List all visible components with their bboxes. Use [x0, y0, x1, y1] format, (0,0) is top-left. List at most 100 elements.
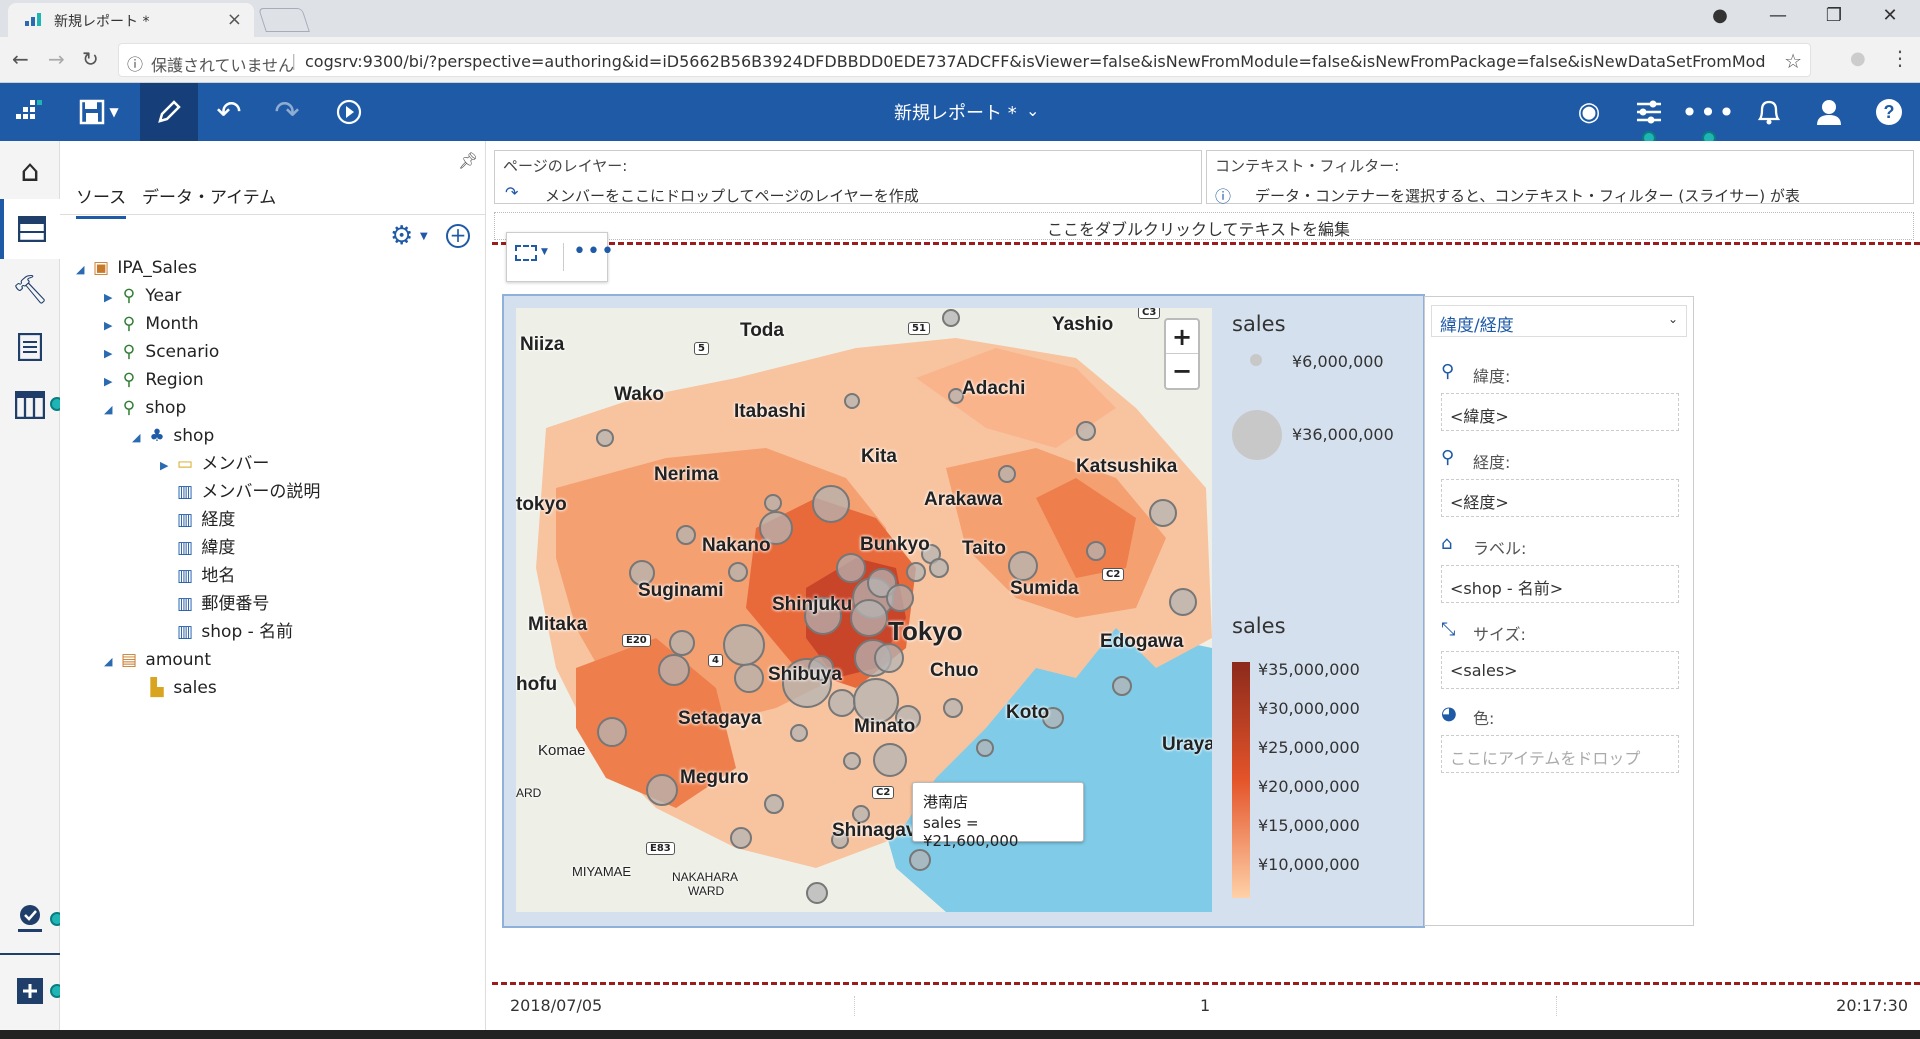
color-slot[interactable]: ここにアイテムをドロップ — [1441, 735, 1679, 773]
undo-button[interactable]: ↶ — [200, 83, 258, 141]
zoom-in-button[interactable]: + — [1166, 320, 1198, 354]
run-button[interactable] — [320, 83, 378, 141]
reload-icon[interactable]: ↻ — [82, 47, 99, 71]
size-label: サイズ: — [1473, 625, 1526, 644]
info-icon[interactable]: ⓘ — [127, 51, 143, 75]
tab-data-items[interactable]: データ・アイテム — [142, 183, 276, 208]
tree-item[interactable]: ◢ ⚲ shop — [104, 395, 186, 421]
caret-right-icon[interactable]: ▶ — [160, 453, 174, 479]
help-button[interactable]: ? — [1860, 83, 1918, 141]
redo-button[interactable]: ↷ — [258, 83, 316, 141]
window-close-icon[interactable]: ✕ — [1862, 0, 1918, 32]
tree-item[interactable]: ▶ ⚲ Year — [104, 283, 181, 309]
caret-down-icon[interactable]: ◢ — [104, 649, 118, 675]
edit-button[interactable] — [140, 83, 198, 141]
cognos-favicon-icon — [25, 13, 41, 26]
attribute-icon: ▥ — [176, 622, 194, 642]
caret-right-icon[interactable]: ▶ — [104, 369, 118, 395]
address-bar: ← → ↻ ⓘ 保護されていません | cogsrv:9300/bi/?pers… — [0, 37, 1920, 83]
size-slot[interactable]: <sales> — [1441, 651, 1679, 689]
tree-item[interactable]: ▶ ⚲ Region — [104, 367, 204, 393]
back-icon[interactable]: ← — [12, 47, 29, 71]
extension-icon[interactable]: ● — [1850, 48, 1866, 69]
longitude-slot[interactable]: <経度> — [1441, 479, 1679, 517]
user-button[interactable] — [1800, 83, 1858, 141]
settings-chevron-icon[interactable]: ▼ — [420, 231, 428, 242]
preview-button[interactable]: ◉ — [1560, 83, 1618, 141]
longitude-label: 経度: — [1473, 453, 1511, 472]
road-label: 51 — [908, 322, 930, 335]
tree-item[interactable]: ◢ ▣ IPA_Sales — [76, 255, 197, 281]
road-label: E83 — [646, 842, 675, 855]
report-title[interactable]: 新規レポート * — [894, 99, 1017, 125]
tree-item[interactable]: ▥ shop - 名前 — [174, 619, 293, 645]
pages-button[interactable] — [0, 317, 60, 377]
tree-item[interactable]: ▥ メンバーの説明 — [174, 479, 320, 505]
caret-right-icon[interactable]: ▶ — [104, 285, 118, 311]
location-type-dropdown[interactable]: 緯度/経度 ⌄ — [1431, 305, 1687, 337]
page-layers-dropzone[interactable]: ページのレイヤー: ↷ メンバーをここにドロップしてページのレイヤーを作成 — [494, 150, 1202, 205]
notifications-button[interactable] — [1740, 83, 1798, 141]
caret-right-icon[interactable]: ▶ — [104, 341, 118, 367]
table-icon — [15, 391, 45, 419]
pin-icon[interactable]: 📌︎ — [458, 151, 478, 170]
tree-item[interactable]: ▶ ⚲ Scenario — [104, 339, 219, 365]
color-legend-gradient — [1232, 662, 1250, 898]
browser-tab[interactable]: 新規レポート * × — [8, 3, 254, 37]
bookmark-star-icon[interactable]: ☆ — [1784, 49, 1802, 73]
hierarchy-icon: ⚲ — [122, 370, 136, 390]
tree-item[interactable]: ▶ ▭ メンバー — [160, 451, 269, 477]
home-button[interactable]: ⌂ — [0, 141, 60, 201]
queries-button[interactable] — [0, 375, 64, 435]
tree-item[interactable]: ▥ 経度 — [174, 507, 235, 533]
settings-gear-icon[interactable]: ⚙ — [390, 221, 413, 251]
save-button[interactable]: ▼ — [66, 83, 132, 141]
more-button[interactable]: ••• — [1680, 83, 1738, 145]
caret-right-icon[interactable]: ▶ — [104, 313, 118, 339]
package-icon: ▣ — [92, 258, 110, 278]
select-chevron-icon[interactable]: ▼ — [541, 247, 548, 257]
add-source-icon[interactable]: + — [446, 224, 470, 248]
tree-item[interactable]: ▶ ⚲ Month — [104, 311, 199, 337]
data-sources-button[interactable] — [0, 199, 60, 259]
label-slot[interactable]: <shop - 名前> — [1441, 565, 1679, 603]
latitude-slot[interactable]: <緯度> — [1441, 393, 1679, 431]
tab-close-icon[interactable]: × — [227, 9, 242, 30]
forward-icon[interactable]: → — [48, 47, 65, 71]
title-textbox[interactable]: ここをダブルクリックしてテキストを編集 — [494, 212, 1914, 240]
map-label: ARD — [516, 786, 542, 800]
footer-time: 20:17:30 — [1836, 996, 1908, 1015]
map-label: Chuo — [930, 660, 979, 681]
context-filter-dropzone[interactable]: コンテキスト・フィルター: ⓘ データ・コンテナーを選択すると、コンテキスト・フ… — [1206, 150, 1914, 206]
select-container-icon[interactable] — [515, 245, 537, 261]
title-chevron-icon[interactable]: ⌄ — [1026, 101, 1039, 120]
tree-item[interactable]: ◢ ♣ shop — [132, 423, 214, 449]
caret-down-icon[interactable]: ◢ — [132, 425, 146, 451]
profile-icon[interactable]: ● — [1692, 0, 1748, 32]
level-icon: ♣ — [149, 426, 165, 446]
browser-menu-icon[interactable]: ⋮ — [1890, 46, 1910, 70]
source-panel: 📌︎ ソース データ・アイテム ⚙ ▼ + ◢ ▣ IPA_Sales ▶ ⚲ Ye… — [60, 141, 498, 1039]
caret-down-icon[interactable]: ◢ — [104, 397, 118, 423]
app-switcher-icon[interactable] — [0, 83, 58, 141]
restore-icon[interactable]: ❐ — [1806, 0, 1862, 32]
tree-item[interactable]: ▥ 地名 — [174, 563, 235, 589]
minimize-icon[interactable]: — — [1750, 0, 1806, 32]
add-button[interactable] — [0, 961, 64, 1021]
tree-item[interactable]: ◢ ▤ amount — [104, 647, 211, 673]
more-options-icon[interactable]: ••• — [573, 239, 615, 264]
new-tab-button[interactable] — [258, 8, 310, 32]
validate-button[interactable] — [0, 889, 64, 949]
size-legend-title: sales — [1232, 312, 1286, 336]
caret-down-icon[interactable]: ◢ — [76, 257, 90, 283]
url-field[interactable]: ⓘ 保護されていません | cogsrv:9300/bi/?perspectiv… — [118, 43, 1811, 77]
tree-item[interactable]: ▥ 緯度 — [174, 535, 235, 561]
tree-item[interactable]: ▙ sales — [146, 675, 216, 701]
properties-button[interactable] — [1620, 83, 1678, 145]
tree-item[interactable]: ▥ 郵便番号 — [174, 591, 269, 617]
attribute-icon: ▥ — [176, 538, 194, 558]
map-area[interactable]: Niiza Toda Yashio Wako Itabashi Adachi K… — [516, 308, 1212, 912]
toolbox-button[interactable]: 🔨︎ — [0, 259, 60, 319]
help-icon: ? — [1876, 99, 1902, 125]
zoom-out-button[interactable]: − — [1166, 354, 1198, 388]
